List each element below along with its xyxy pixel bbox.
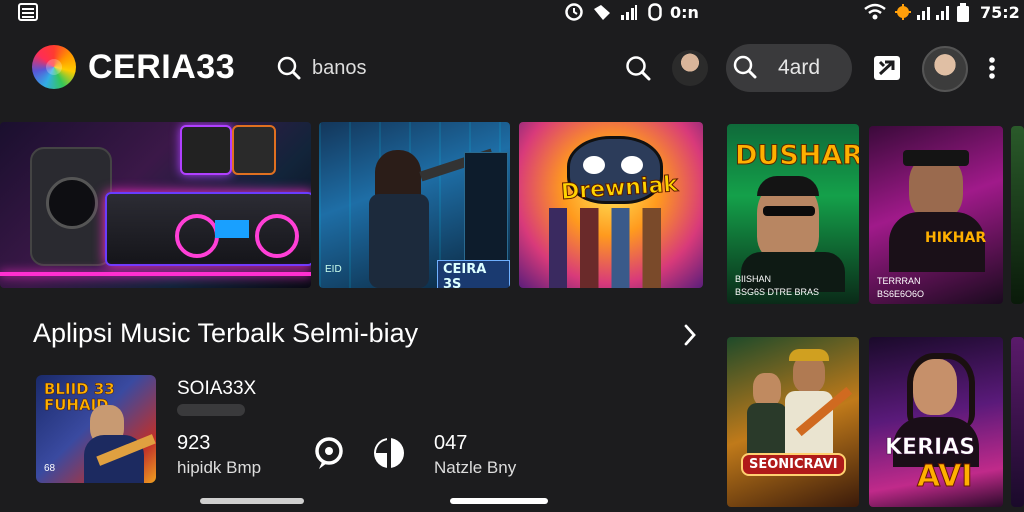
cover-kerias[interactable]: KERIAS AVI — [869, 337, 1003, 507]
profile-avatar[interactable] — [922, 46, 968, 92]
notification-list-icon — [18, 3, 38, 21]
track-title: SOIA33X — [177, 378, 257, 399]
avatar[interactable] — [672, 50, 708, 86]
status-bar: 0:n 75:2 — [0, 0, 1024, 26]
cover-title: KERIAS — [885, 435, 976, 461]
cover-line: BIISHAN — [735, 274, 772, 284]
cover-dushar[interactable]: DUSHAR BIISHAN BSG6S DTRE BRAS — [727, 124, 859, 304]
cover-partial[interactable] — [1011, 126, 1024, 304]
cover-line: BS6E6O6O — [877, 289, 925, 299]
hotspot-icon — [895, 4, 911, 20]
search-query[interactable]: banos — [312, 57, 367, 80]
vpn-icon — [648, 3, 662, 21]
track-subtitle-placeholder — [177, 404, 245, 416]
cover-arcade[interactable]: CEIRA 3S EID — [319, 122, 510, 288]
stat-count: 047 — [434, 432, 468, 454]
search-icon[interactable] — [625, 55, 651, 81]
cover-title: HIKHAR — [925, 230, 987, 246]
cover-hikhar[interactable]: HIKHAR TERRRAN BS6E6O6O — [869, 126, 1003, 304]
section-heading: Aplipsi Music Terbalk Selmi-biay — [33, 318, 419, 348]
now-playing-art[interactable]: BLIID 33 FUHAID 68 — [36, 375, 156, 483]
cover-partial[interactable] — [1011, 337, 1024, 507]
cover-title: SEONICRAVI — [741, 453, 846, 476]
share-icon[interactable] — [372, 436, 406, 470]
search-pill-text[interactable]: 4ard — [778, 56, 820, 80]
cover-seonicravi[interactable]: SEONICRAVI — [727, 337, 859, 507]
cover-subtitle: AVI — [917, 459, 974, 495]
stat-label: hipidk Bmp — [177, 458, 262, 477]
cover-studio[interactable] — [0, 122, 311, 288]
cover-label: CEIRA 3S — [437, 260, 510, 288]
status-text: 0:n — [670, 3, 699, 22]
cover-title: DUSHAR — [734, 140, 859, 172]
more-vert-icon[interactable] — [988, 56, 996, 80]
search-icon[interactable] — [733, 55, 757, 79]
app-logo[interactable] — [32, 45, 76, 89]
battery-icon — [957, 3, 969, 22]
cast-icon[interactable] — [873, 53, 901, 81]
nav-handle[interactable] — [450, 498, 548, 504]
signal-icon — [621, 5, 637, 20]
wifi-icon — [864, 3, 886, 20]
brand-name: CERIA33 — [88, 48, 236, 86]
search-icon[interactable] — [277, 56, 301, 80]
stat-label: Natzle Bny — [434, 458, 517, 477]
signal-strength-icon — [917, 6, 949, 20]
art-tag: 68 — [44, 463, 56, 474]
status-time: 75:2 — [980, 3, 1020, 22]
chevron-right-icon[interactable] — [683, 324, 697, 346]
art-title: BLIID 33 FUHAID — [44, 380, 115, 414]
cover-line: BSG6S DTRE BRAS — [735, 287, 820, 297]
cover-line: TERRRAN — [877, 276, 921, 286]
stat-count: 923 — [177, 432, 211, 454]
cover-tag: EID — [325, 264, 342, 275]
mute-icon — [594, 5, 610, 20]
cover-cat[interactable]: Drewniak — [519, 122, 703, 288]
clock-icon — [565, 3, 583, 21]
nav-handle[interactable] — [200, 498, 304, 504]
chat-icon[interactable] — [313, 436, 345, 470]
